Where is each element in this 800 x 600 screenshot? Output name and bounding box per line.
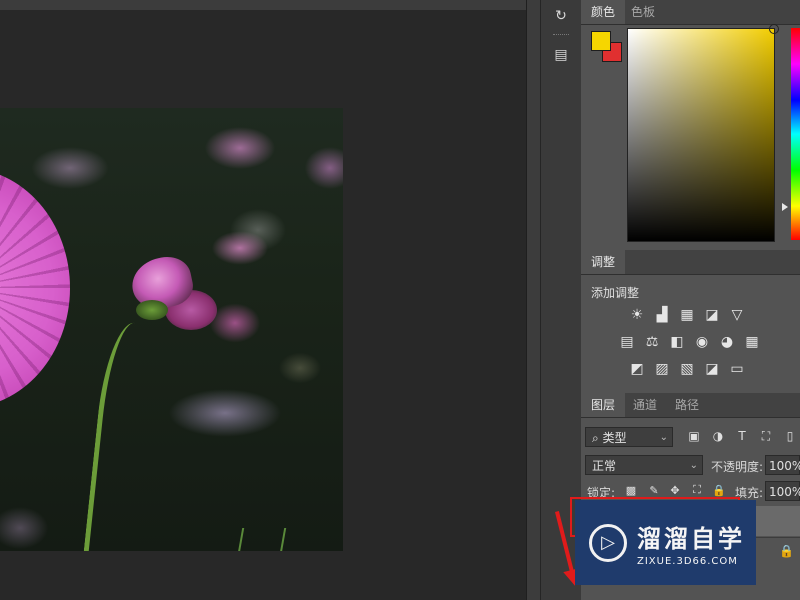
adjustments-row-1: ☀ ▟ ▦ ◪ ▽ [627,306,747,324]
opacity-label: 不透明度: [711,460,764,474]
tab-adjustments[interactable]: 调整 [581,250,626,274]
layer-filter-label: 类型 [602,431,627,445]
curves-icon[interactable]: ▦ [677,306,697,324]
adjustments-panel: 调整 添加调整 ☀ ▟ ▦ ◪ ▽ ▤ ⚖ ◧ ◉ ◕ ▦ ◩ ▨ ▧ ◪ ▭ [581,250,800,388]
invert-icon[interactable]: ◩ [627,360,647,378]
grass-blades [237,528,287,551]
color-tabbar: 颜色 色板 [581,0,800,25]
lock-position-icon[interactable]: ✥ [668,483,682,497]
flower-photo [0,108,343,551]
adjustments-row-2: ▤ ⚖ ◧ ◉ ◕ ▦ [617,333,762,351]
chevron-down-icon: ⌄ [689,460,698,471]
levels-icon[interactable]: ▟ [652,306,672,324]
threshold-icon[interactable]: ▧ [677,360,697,378]
bud-sepal [136,300,168,320]
blend-mode-select[interactable]: 正常 ⌄ [585,455,703,475]
black-white-icon[interactable]: ◧ [667,333,687,351]
watermark-logo: ▷ 溜溜自学 ZIXUE.3D66.COM [575,500,756,585]
selective-color-icon[interactable]: ◪ [702,360,722,378]
lock-artboard-icon[interactable]: ⛶ [690,483,704,497]
blend-mode-value: 正常 [592,459,617,473]
smart-object-filter-icon[interactable]: ▯ [781,427,799,445]
document-canvas[interactable] [0,10,526,600]
adjustments-tabbar: 调整 [581,250,800,275]
opacity-input[interactable]: 100% [765,455,800,475]
color-picker-field[interactable] [627,24,779,242]
history-icon[interactable]: ↻ [549,5,573,27]
exposure-icon[interactable]: ◪ [702,306,722,324]
chevron-down-icon: ⌄ [659,432,668,443]
watermark-text: 溜溜自学 ZIXUE.3D66.COM [637,519,745,567]
color-balance-icon[interactable]: ⚖ [642,333,662,351]
lock-all-icon[interactable]: 🔒 [712,483,726,497]
tab-channels[interactable]: 通道 [623,393,667,417]
hue-slider-arrow[interactable] [782,203,788,211]
properties-icon[interactable]: ▤ [549,44,573,66]
channel-mixer-icon[interactable]: ◕ [717,333,737,351]
gradient-map-icon[interactable]: ▭ [727,360,747,378]
fill-input[interactable]: 100% [765,481,800,501]
foreground-color-swatch[interactable] [591,31,611,51]
layer-filter-select[interactable]: ⌕ 类型 ⌄ [585,427,673,447]
tab-layers[interactable]: 图层 [581,393,626,417]
color-lookup-icon[interactable]: ▦ [742,333,762,351]
watermark-brand-cn: 溜溜自学 [637,524,745,553]
layers-tabbar: 图层 通道 路径 [581,393,800,418]
hue-slider[interactable] [791,28,800,240]
brightness-icon[interactable]: ☀ [627,306,647,324]
vibrance-icon[interactable]: ▽ [727,306,747,324]
posterize-icon[interactable]: ▨ [652,360,672,378]
panel-collapse-strip[interactable] [526,0,541,600]
tab-paths[interactable]: 路径 [665,393,709,417]
adjustment-filter-icon[interactable]: ◑ [709,427,727,445]
pink-flower [0,168,70,408]
shape-filter-icon[interactable]: ⛶ [757,427,775,445]
type-filter-icon[interactable]: T [733,427,751,445]
lock-pixels-icon[interactable]: ✎ [647,483,661,497]
adjustments-row-3: ◩ ▨ ▧ ◪ ▭ [627,360,747,378]
hue-saturation-icon[interactable]: ▤ [617,333,637,351]
photo-filter-icon[interactable]: ◉ [692,333,712,351]
tab-color[interactable]: 颜色 [581,0,626,24]
watermark-brand-en: ZIXUE.3D66.COM [637,555,738,567]
lock-transparency-icon[interactable]: ▩ [624,483,638,497]
lock-icon: 🔒 [779,544,794,558]
flower-stem [82,320,135,551]
dock-separator [553,34,569,37]
play-icon: ▷ [589,523,627,562]
tab-swatches[interactable]: 色板 [621,0,665,24]
search-icon: ⌕ [592,431,603,445]
color-panel: 颜色 色板 [581,0,800,244]
pixel-filter-icon[interactable]: ▣ [685,427,703,445]
color-picker-handle[interactable] [769,24,779,34]
adjustments-title: 添加调整 [591,286,640,300]
